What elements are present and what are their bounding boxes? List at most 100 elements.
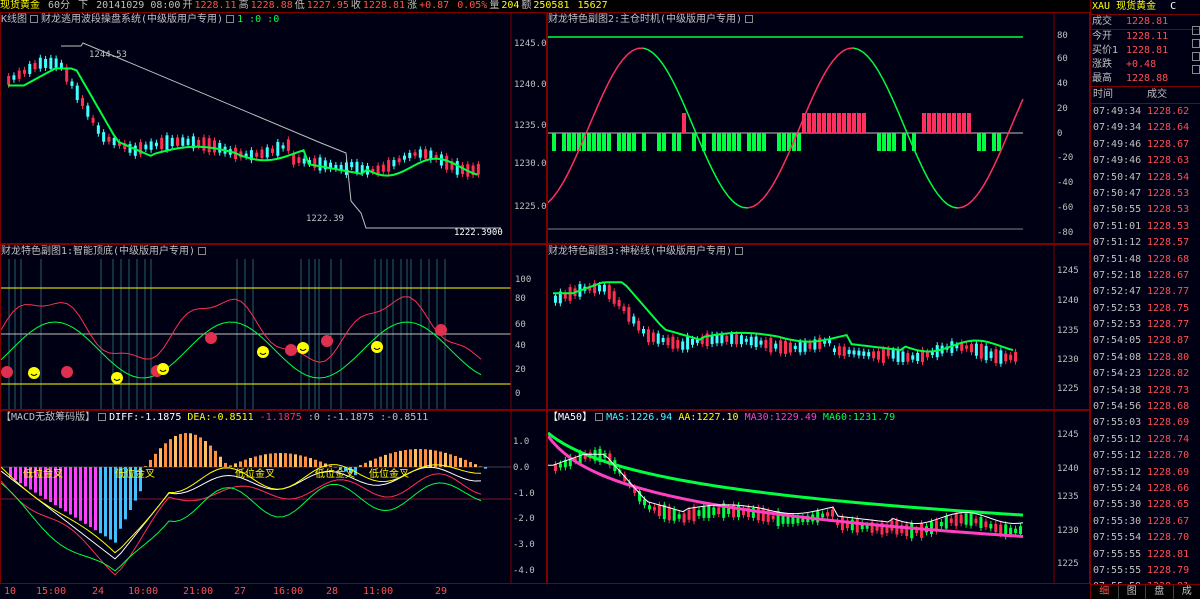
tick-time: 07:55:55 (1093, 548, 1142, 560)
candle (855, 518, 859, 533)
tick-time: 07:51:48 (1093, 253, 1142, 265)
candle (656, 333, 660, 344)
candle (476, 163, 480, 175)
candle (107, 136, 111, 142)
timing-bar (812, 113, 816, 133)
tick-row: 07:55:30 1228.65 (1091, 497, 1200, 513)
tick-time: 07:55:12 (1093, 466, 1142, 478)
scroll-button[interactable] (1192, 52, 1200, 61)
indicator-menu-icon[interactable] (735, 247, 744, 255)
indicator-name[interactable]: 财龙逃用波段操盘系统(中级版用户专用) (41, 14, 223, 25)
tick-time: 07:55:54 (1093, 532, 1142, 544)
timing-line (782, 154, 789, 166)
quote-scrollbar[interactable] (1192, 26, 1200, 583)
indicator-name[interactable]: 财龙特色副图1:智能顶底(中级版用户专用) (1, 246, 195, 257)
timing-bar (952, 113, 956, 133)
macd-bar (364, 462, 367, 467)
candle (86, 105, 90, 117)
tick-time: 07:49:46 (1093, 138, 1142, 150)
candle (686, 335, 690, 350)
timing-bar (967, 113, 971, 133)
period-label[interactable]: 60分 (48, 0, 70, 11)
timing-bar (882, 133, 886, 151)
tick-price: 1228.54 (1147, 171, 1190, 183)
timing-bar (887, 133, 891, 151)
tick-price: 1228.87 (1147, 335, 1190, 347)
macd-v4: :0 (307, 412, 320, 423)
quote-extra: C (1170, 1, 1177, 12)
tick-row: 07:55:24 1228.66 (1091, 481, 1200, 497)
timing-bar (817, 113, 821, 133)
tick-row: 07:55:55 1228.79 (1091, 563, 1200, 579)
candle (847, 349, 851, 354)
tick-row: 07:49:46 1228.63 (1091, 153, 1200, 169)
indicator-name[interactable]: 财龙特色副图3:神秘线(中级版用户专用) (548, 246, 732, 257)
timing-bar (597, 133, 601, 151)
candle (788, 342, 792, 353)
instrument-name: 现货黄金 (1116, 1, 1157, 12)
quote-value: 1228.88 (1126, 73, 1169, 84)
ma-panel[interactable]: 1245 1240 1235 1230 1225 【MA50】 MAS:1226.… (547, 410, 1090, 584)
tab-detail[interactable]: 细 (1091, 585, 1119, 599)
candle (1009, 527, 1013, 535)
candle (808, 342, 812, 349)
volume-value: 204 (501, 0, 520, 11)
candle (769, 337, 773, 353)
macd-bar (454, 456, 457, 467)
aa-value: 1227.10 (696, 412, 739, 423)
scroll-button[interactable] (1192, 65, 1200, 74)
change-value: +0.87 (419, 0, 450, 11)
signal-dot-icon (1, 366, 13, 378)
macd-bar (229, 465, 232, 467)
timing-line (877, 70, 884, 80)
indicator-menu-icon[interactable] (226, 15, 235, 23)
tab-trades[interactable]: 成 (1174, 585, 1200, 599)
timing-line (827, 60, 834, 69)
tick-time: 07:52:18 (1093, 269, 1142, 281)
timing-line (687, 113, 694, 127)
panel-menu-icon[interactable] (30, 15, 39, 23)
candle (54, 58, 58, 69)
smart-top-bottom-panel[interactable]: 100 80 60 40 20 0 财龙特色副图1:智能顶底(中级版用户专用) (0, 244, 547, 410)
tick-time: 07:50:55 (1093, 204, 1142, 216)
macd-bar (459, 457, 462, 467)
indicator-name[interactable]: 财龙特色副图2:主仓时机(中级版用户专用) (548, 14, 742, 25)
candle (939, 522, 943, 527)
tick-price-header: 成交 (1147, 89, 1167, 100)
timing-line (857, 48, 864, 53)
tick-list[interactable]: 07:49:34 1228.62 07:49:34 1228.64 07:49:46 12… (1091, 104, 1200, 596)
tick-price: 1228.67 (1147, 138, 1190, 150)
candle (691, 338, 694, 345)
indicator-menu-icon[interactable] (198, 247, 207, 255)
timing-bar (627, 133, 631, 151)
position-timing-panel[interactable]: 80 60 40 20 0 -20 -40 -60 -80 财龙特色副图2:主仓… (547, 12, 1090, 244)
indicator-menu-icon[interactable] (595, 413, 604, 421)
candle (376, 165, 380, 174)
timing-line (657, 57, 664, 65)
main-kline-panel[interactable]: 1245.0 1240.0 1235.0 1230.0 1225.0 1244.… (0, 12, 547, 244)
tab-book[interactable]: 盘 (1146, 585, 1174, 599)
indicator-menu-icon[interactable] (745, 15, 754, 23)
macd-panel[interactable]: 低位金叉 低位金叉 低位金叉 低位金叉 低位金叉 1.0 0.0 -1.0 -2… (0, 410, 547, 584)
tick-price: 1228.67 (1147, 269, 1190, 281)
smiley-icon (111, 372, 123, 384)
mystery-line-panel[interactable]: 1245 1240 1235 1230 1225 财龙特色副图3:神秘线(中级版… (547, 244, 1090, 410)
quote-value: +0.48 (1126, 59, 1157, 70)
timing-bar (807, 113, 811, 133)
indicator-name[interactable]: 【MACD无敌筹码版】 (1, 412, 95, 423)
timing-line (937, 194, 944, 201)
tick-row: 07:55:30 1228.67 (1091, 514, 1200, 530)
candle (872, 351, 876, 359)
macd-bar (384, 454, 387, 467)
tab-chart[interactable]: 图 (1119, 585, 1146, 599)
indicator-name[interactable]: 【MA50】 (548, 412, 592, 423)
quote-title: XAU 现货黄金 C (1091, 0, 1200, 14)
scroll-button[interactable] (1192, 39, 1200, 48)
candle (954, 513, 958, 526)
smiley-icon (371, 341, 383, 353)
diff-value: -1.1875 (139, 412, 182, 423)
candle (647, 505, 651, 510)
scroll-button[interactable] (1192, 26, 1200, 35)
indicator-menu-icon[interactable] (98, 413, 107, 421)
tick-time-header: 时间 (1093, 89, 1113, 100)
